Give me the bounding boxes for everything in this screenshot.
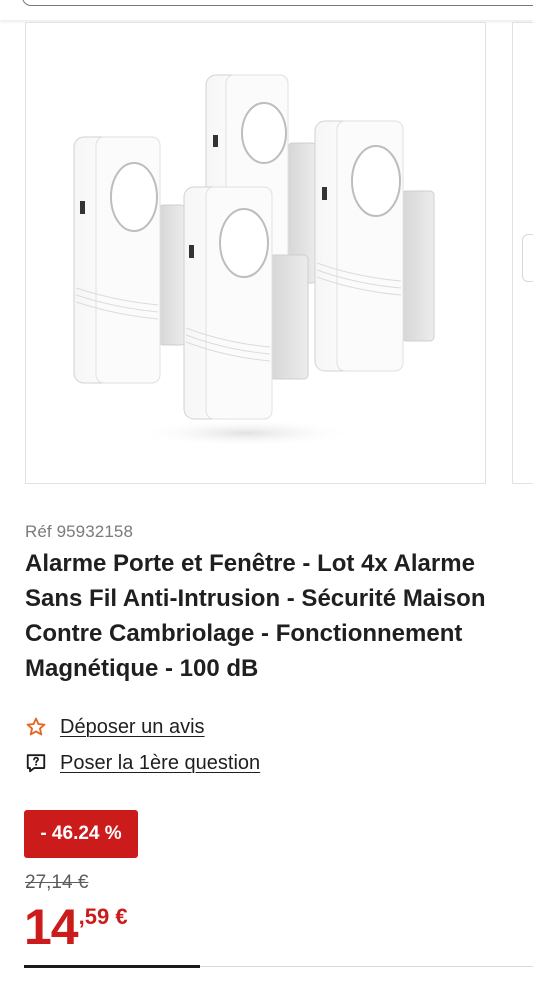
alarm-unit-left: [73, 136, 186, 384]
active-tab-indicator: [24, 965, 200, 968]
product-reference: Réf 95932158: [25, 522, 134, 541]
alarm-unit-right: [314, 120, 435, 372]
current-price: 14 ,59 €: [24, 896, 128, 958]
price-cents: ,59 €: [78, 904, 128, 929]
price-integer: 14: [24, 899, 79, 955]
question-action[interactable]: Poser la 1ère question: [25, 750, 260, 776]
product-page: Réf 95932158 Alarme Porte et Fenêtre - L…: [0, 0, 533, 982]
search-bar-container: [0, 0, 533, 20]
question-bubble-icon: [26, 754, 46, 773]
discount-badge: - 46.24 %: [24, 810, 138, 858]
star-outline-icon: [26, 717, 46, 736]
product-image-carousel[interactable]: [25, 22, 486, 484]
product-photo: [73, 74, 435, 447]
review-action[interactable]: Déposer un avis: [25, 714, 205, 740]
write-review-link[interactable]: Déposer un avis: [60, 716, 205, 739]
ask-question-link[interactable]: Poser la 1ère question: [60, 752, 260, 775]
tab-divider: [200, 966, 533, 967]
product-title: Alarme Porte et Fenêtre - Lot 4x Alarme …: [25, 550, 486, 682]
carousel-next-button[interactable]: [522, 234, 533, 282]
old-price: 27,14 €: [25, 872, 89, 893]
search-field[interactable]: [22, 0, 533, 6]
